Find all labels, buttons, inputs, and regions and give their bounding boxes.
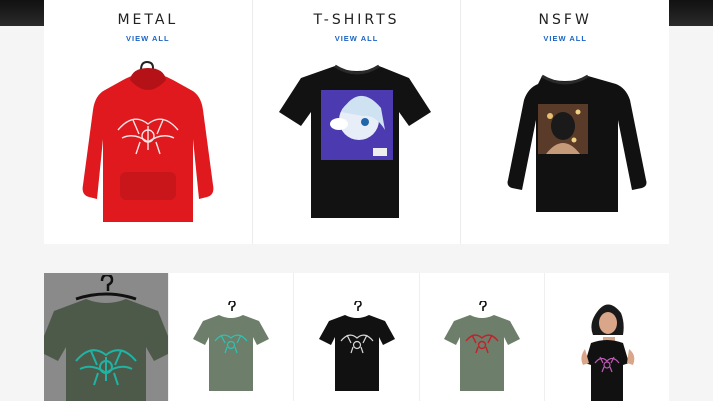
product-thumbnail[interactable] xyxy=(44,273,169,401)
tshirt-on-hanger-image xyxy=(193,301,270,391)
tshirt-on-hanger-image xyxy=(318,301,395,391)
product-thumbnail[interactable] xyxy=(418,273,544,401)
black-longsleeve-image[interactable] xyxy=(480,70,650,214)
product-thumbnail[interactable] xyxy=(168,273,294,401)
red-hoodie-image[interactable] xyxy=(78,60,218,222)
product-thumbnail[interactable] xyxy=(293,273,419,401)
collection-title: METAL xyxy=(117,12,179,28)
featured-collections: METAL VIEW ALL T-SHIRTS VIEW ALL NSFW VI… xyxy=(44,0,669,244)
header-bar-left xyxy=(0,0,44,26)
tshirt-on-hanger-image xyxy=(443,301,520,391)
collection-title: T-SHIRTS xyxy=(313,12,400,28)
model-wearing-tshirt-image xyxy=(581,304,635,401)
view-all-link[interactable]: VIEW ALL xyxy=(126,34,170,43)
collection-t-shirts[interactable]: T-SHIRTS VIEW ALL xyxy=(251,0,461,244)
header-bar-right xyxy=(669,0,713,26)
collection-metal[interactable]: METAL VIEW ALL xyxy=(44,0,252,244)
black-graphic-tshirt-image[interactable] xyxy=(277,62,437,222)
product-thumbnail-row xyxy=(44,273,670,401)
tshirt-on-hanger-image xyxy=(44,275,169,401)
view-all-link[interactable]: VIEW ALL xyxy=(543,34,587,43)
view-all-link[interactable]: VIEW ALL xyxy=(335,34,379,43)
collection-title: NSFW xyxy=(538,12,592,28)
product-thumbnail[interactable] xyxy=(543,273,670,401)
collection-nsfw[interactable]: NSFW VIEW ALL xyxy=(460,0,669,244)
